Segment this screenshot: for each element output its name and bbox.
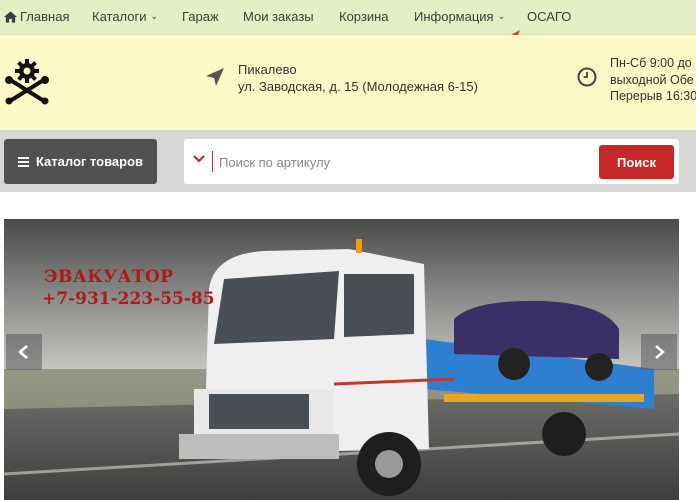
home-icon xyxy=(4,10,17,23)
nav-info[interactable]: Информация ⌄ xyxy=(414,9,505,24)
site-header: Пикалево ул. Заводская, д. 15 (Молодежна… xyxy=(0,35,696,130)
hours-line: выходной Обе xyxy=(610,72,694,87)
search-button[interactable]: Поиск xyxy=(599,145,674,179)
nav-orders[interactable]: Мои заказы xyxy=(243,9,314,24)
working-hours: Пн-Сб 9:00 до 1 выходной Обе Перерыв 16:… xyxy=(610,55,696,105)
menu-icon xyxy=(17,155,29,169)
chevron-down-icon: ⌄ xyxy=(497,11,506,21)
nav-garage-label: Гараж xyxy=(182,9,219,24)
search-bar: Каталог товаров Поиск xyxy=(0,130,696,192)
hours-line: Перерыв 16:30 xyxy=(610,89,696,103)
search-input[interactable] xyxy=(217,150,591,174)
nav-catalogs-label: Каталоги xyxy=(92,9,147,24)
nav-home-label: Главная xyxy=(20,9,70,24)
banner-image xyxy=(4,219,679,500)
slider-next-button[interactable] xyxy=(641,334,677,370)
divider xyxy=(212,151,213,172)
clock-icon xyxy=(577,67,597,87)
nav-osago-label: ОСАГО xyxy=(527,9,572,24)
nav-cart-label: Корзина xyxy=(339,9,389,24)
top-nav: Главная Каталоги ⌄ Гараж Мои заказы Корз… xyxy=(0,0,696,35)
chevron-left-icon xyxy=(18,345,28,359)
nav-catalogs[interactable]: Каталоги ⌄ xyxy=(92,9,158,24)
logo-gear-wrench-icon[interactable] xyxy=(4,57,50,105)
nav-osago[interactable]: ОСАГО xyxy=(527,9,571,24)
nav-home[interactable]: Главная xyxy=(4,9,69,24)
catalog-button-label: Каталог товаров xyxy=(35,154,144,169)
banner-phone: +7-931-223-55-85 xyxy=(42,289,215,309)
nav-garage[interactable]: Гараж xyxy=(182,9,219,24)
banner-title: ЭВАКУАТОР xyxy=(44,267,174,287)
chevron-right-icon xyxy=(655,345,665,359)
header-address: ул. Заводская, д. 15 (Молодежная 6-15) xyxy=(238,79,478,94)
search-box: Поиск xyxy=(184,139,679,184)
nav-orders-label: Мои заказы xyxy=(243,9,314,24)
slider-prev-button[interactable] xyxy=(6,334,42,370)
nav-cart[interactable]: Корзина xyxy=(339,9,389,24)
location-arrow-icon xyxy=(206,68,224,86)
header-city: Пикалево xyxy=(238,62,297,77)
chevron-down-icon[interactable] xyxy=(193,153,205,165)
banner-slider: ЭВАКУАТОР +7-931-223-55-85 xyxy=(4,219,679,500)
hours-line: Пн-Сб 9:00 до 1 xyxy=(610,56,696,70)
catalog-button[interactable]: Каталог товаров xyxy=(4,139,157,184)
nav-info-label: Информация xyxy=(414,9,494,24)
chevron-down-icon: ⌄ xyxy=(150,11,159,21)
